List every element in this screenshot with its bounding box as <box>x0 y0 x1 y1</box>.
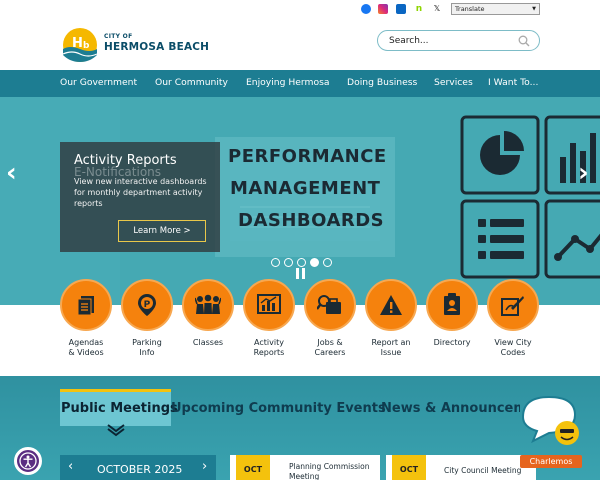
quick-link-label: Reports <box>253 348 285 357</box>
logo-line2: HERMOSA BEACH <box>104 41 210 53</box>
quick-link-label: Agendas <box>68 338 104 347</box>
nav-services[interactable]: Services <box>434 77 473 88</box>
directory-icon[interactable] <box>426 279 478 331</box>
next-slide-icon[interactable]: › <box>578 158 589 188</box>
quick-link-activity-reports[interactable]: Activity Reports <box>237 338 301 358</box>
quick-link-jobs[interactable]: Jobs & Careers <box>298 338 362 358</box>
quick-link-label: Parking <box>132 338 162 347</box>
quick-link-label: Codes <box>500 348 526 357</box>
quick-link-label: Directory <box>433 338 471 347</box>
calendar-header: ‹ OCTOBER 2025 › <box>60 455 216 480</box>
tab-news-announcements[interactable]: News & Announcements <box>381 401 520 416</box>
quick-link-label: Classes <box>192 338 224 347</box>
quick-link-label: Issue <box>380 348 402 357</box>
quick-link-label: Activity <box>254 338 284 347</box>
quick-link-label: Careers <box>314 348 346 357</box>
pause-icon[interactable] <box>296 268 306 279</box>
activity-reports-icon[interactable] <box>243 279 295 331</box>
logo-sun-icon: H b <box>62 28 98 62</box>
chat-bubble-icon <box>521 395 579 445</box>
quick-link-city-codes[interactable]: View City Codes <box>481 338 545 358</box>
nav-i-want-to[interactable]: I Want To... <box>488 77 538 88</box>
linkedin-icon[interactable] <box>396 4 406 14</box>
quick-link-report-issue[interactable]: Report an Issue <box>359 338 423 358</box>
learn-more-button[interactable]: Learn More > <box>118 220 206 242</box>
meeting-title-1: Planning Commission Meeting <box>289 462 369 480</box>
chevron-down-icon: ▼ <box>532 6 536 12</box>
slide-dot-1[interactable] <box>271 258 280 267</box>
quick-link-agendas[interactable]: Agendas & Videos <box>54 338 118 358</box>
previous-slide-icon[interactable]: ‹ <box>6 158 17 188</box>
hero-headline-line1: PERFORMANCE <box>228 146 387 167</box>
quick-link-label: & Videos <box>68 348 104 357</box>
meeting-title-2: City Council Meeting <box>444 466 522 475</box>
previous-month-icon[interactable]: ‹ <box>68 459 73 474</box>
slide-dot-2[interactable] <box>284 258 293 267</box>
meeting-date-1: OCT <box>236 455 270 480</box>
meeting-title-line: Planning Commission <box>289 462 370 471</box>
classes-icon[interactable] <box>182 279 234 331</box>
quick-link-directory[interactable]: Directory <box>420 338 484 348</box>
quick-link-label: Report an <box>371 338 411 347</box>
nav-our-community[interactable]: Our Community <box>155 77 228 88</box>
tab-public-meetings-label: Public Meetings <box>61 401 178 416</box>
svg-text:b: b <box>83 41 90 51</box>
nav-doing-business[interactable]: Doing Business <box>347 77 417 88</box>
slide-dot-5[interactable] <box>323 258 332 267</box>
nav-enjoying-hermosa[interactable]: Enjoying Hermosa <box>246 77 330 88</box>
accessibility-icon[interactable] <box>14 447 42 475</box>
hero-headline-line3: DASHBOARDS <box>238 210 385 231</box>
tab-community-events[interactable]: Upcoming Community Events <box>171 401 386 416</box>
chat-widget[interactable] <box>519 393 579 445</box>
search-box <box>377 30 540 51</box>
facebook-icon[interactable] <box>361 4 371 14</box>
svg-text:P: P <box>144 300 151 310</box>
quick-link-label: Jobs & <box>317 338 343 347</box>
hero-panel-title: Activity Reports <box>74 153 177 168</box>
meeting-date-2: OCT <box>392 455 426 480</box>
agenda-icon[interactable] <box>60 279 112 331</box>
report-issue-icon[interactable] <box>365 279 417 331</box>
slide-dot-3[interactable] <box>297 258 306 267</box>
city-codes-icon[interactable] <box>487 279 539 331</box>
quick-link-label: View City <box>494 338 532 347</box>
svg-text:H: H <box>72 36 83 51</box>
chat-label[interactable]: Charlemos <box>520 455 582 468</box>
x-icon[interactable]: 𝕏 <box>432 4 442 14</box>
jobs-icon[interactable] <box>304 279 356 331</box>
quick-link-label: Info <box>139 348 155 357</box>
hero-headline-line2: MANAGEMENT <box>230 178 381 199</box>
search-input[interactable] <box>389 34 509 48</box>
instagram-icon[interactable] <box>378 4 388 14</box>
quick-link-parking[interactable]: Parking Info <box>115 338 179 358</box>
nextdoor-icon[interactable]: n <box>414 4 424 14</box>
chevron-down-icon[interactable] <box>106 423 126 437</box>
hero-panel-body: View new interactive dashboards for mont… <box>74 177 207 208</box>
translate-select[interactable]: Translate ▼ <box>451 3 540 15</box>
next-month-icon[interactable]: › <box>202 459 207 474</box>
parking-icon[interactable]: P <box>121 279 173 331</box>
slide-dot-4-active[interactable] <box>310 258 319 267</box>
search-icon[interactable] <box>518 35 530 47</box>
translate-label: Translate <box>455 5 485 13</box>
meeting-title-line: Meeting <box>289 472 320 480</box>
quick-link-classes[interactable]: Classes <box>176 338 240 348</box>
calendar-month: OCTOBER 2025 <box>97 463 183 476</box>
nav-our-government[interactable]: Our Government <box>60 77 137 88</box>
logo-line1: CITY OF <box>104 33 133 40</box>
